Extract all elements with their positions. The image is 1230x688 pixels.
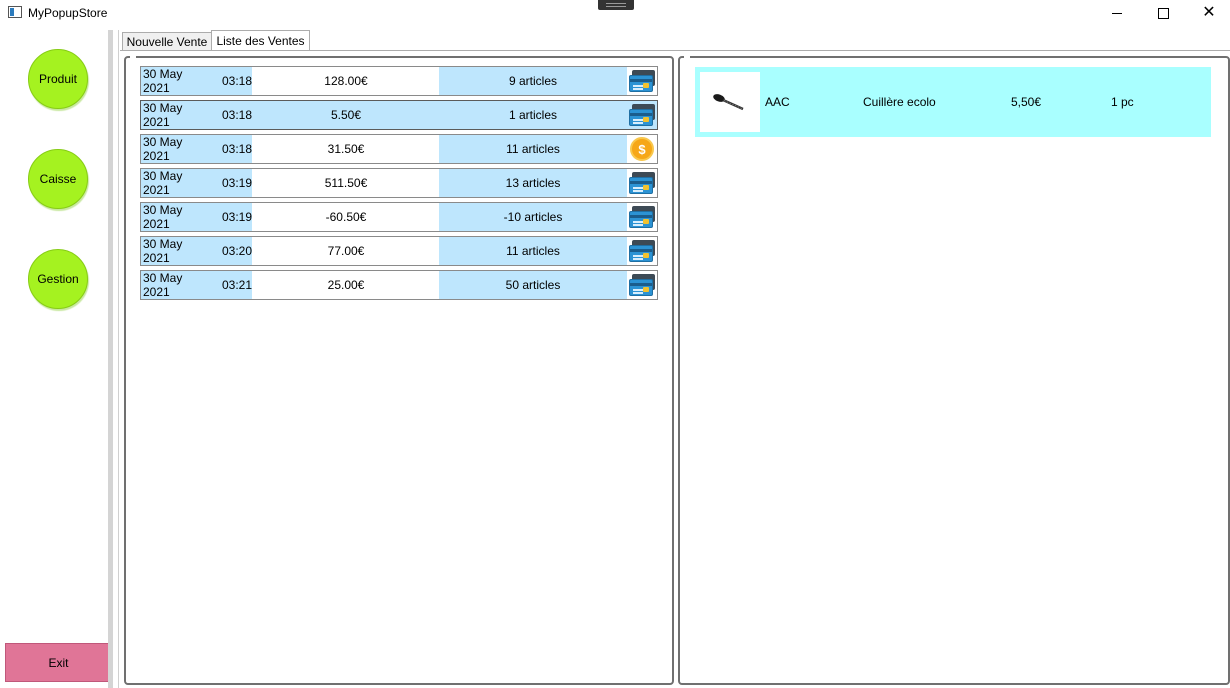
divider (118, 30, 119, 688)
tab-nouvelle-vente[interactable]: Nouvelle Vente (122, 32, 212, 50)
card-icon (629, 172, 655, 194)
sale-datetime: 30 May 2021 03:18 (141, 101, 252, 129)
sale-date: 30 May 2021 (143, 237, 183, 265)
sale-row[interactable]: 30 May 2021 03:18 31.50€ 11 articles $ (140, 134, 658, 164)
sale-row[interactable]: 30 May 2021 03:19 511.50€ 13 articles (140, 168, 658, 198)
exit-button[interactable]: Exit (5, 643, 112, 682)
sale-time: 03:18 (221, 74, 252, 88)
detail-item-row[interactable]: AAC Cuillère ecolo 5,50€ 1 pc (695, 67, 1211, 137)
minimize-button[interactable] (1094, 0, 1140, 26)
sale-time: 03:19 (221, 210, 252, 224)
sale-datetime: 30 May 2021 03:21 (141, 271, 252, 299)
card-icon (629, 70, 655, 92)
sale-datetime: 30 May 2021 03:19 (141, 203, 252, 231)
sale-detail-panel (678, 56, 1230, 685)
app-icon (8, 6, 22, 18)
maximize-icon (1157, 7, 1169, 19)
sale-time: 03:20 (221, 244, 252, 258)
payment-method (627, 271, 657, 299)
tab-divider (120, 50, 1230, 51)
sale-amount: -60.50€ (325, 210, 367, 224)
sale-date: 30 May 2021 (143, 169, 183, 197)
sale-datetime: 30 May 2021 03:18 (141, 135, 252, 163)
sale-time: 03:19 (221, 176, 252, 190)
produit-button[interactable]: Produit (28, 49, 88, 109)
sale-time: 03:18 (221, 108, 252, 122)
sidebar-splitter[interactable] (108, 30, 113, 688)
minimize-icon (1112, 12, 1122, 14)
sale-datetime: 30 May 2021 03:19 (141, 169, 252, 197)
card-icon (629, 274, 655, 296)
payment-method (627, 203, 657, 231)
product-name: Cuillère ecolo (863, 95, 936, 109)
gestion-button[interactable]: Gestion (28, 249, 88, 309)
sale-article-count: 1 articles (439, 101, 627, 129)
payment-method (627, 169, 657, 197)
product-price: 5,50€ (1011, 95, 1042, 109)
product-image (700, 72, 760, 132)
sidebar (0, 26, 112, 688)
maximize-button[interactable] (1140, 0, 1186, 26)
coin-icon: $ (630, 137, 654, 161)
sale-datetime: 30 May 2021 03:20 (141, 237, 252, 265)
caisse-button[interactable]: Caisse (28, 149, 88, 209)
sale-date: 30 May 2021 (143, 101, 183, 129)
window-title: MyPopupStore (28, 6, 108, 20)
spoon-icon (713, 94, 744, 111)
tab-liste-des-ventes[interactable]: Liste des Ventes (211, 30, 310, 50)
sale-amount: 25.00€ (327, 278, 365, 292)
sale-row[interactable]: 30 May 2021 03:20 77.00€ 11 articles (140, 236, 658, 266)
sale-date: 30 May 2021 (143, 203, 183, 231)
sale-row[interactable]: 30 May 2021 03:19 -60.50€ -10 articles (140, 202, 658, 232)
payment-method (627, 101, 657, 129)
sale-amount: 31.50€ (327, 142, 365, 156)
title-bar: MyPopupStore ✕ (0, 0, 1230, 26)
sale-article-count: 9 articles (439, 67, 627, 95)
sale-date: 30 May 2021 (143, 67, 183, 95)
panel-header-gap (684, 55, 690, 58)
product-code: AAC (765, 95, 790, 109)
product-quantity: 1 pc (1111, 95, 1134, 109)
sale-row[interactable]: 30 May 2021 03:21 25.00€ 50 articles (140, 270, 658, 300)
card-icon (629, 206, 655, 228)
sale-article-count: -10 articles (439, 203, 627, 231)
sale-article-count: 11 articles (439, 237, 627, 265)
sale-datetime: 30 May 2021 03:18 (141, 67, 252, 95)
sale-row[interactable]: 30 May 2021 03:18 5.50€ 1 articles (140, 100, 658, 130)
payment-method (627, 237, 657, 265)
panel-header-gap (130, 55, 136, 58)
sale-date: 30 May 2021 (143, 271, 183, 299)
sale-article-count: 11 articles (439, 135, 627, 163)
sale-article-count: 13 articles (439, 169, 627, 197)
sale-date: 30 May 2021 (143, 135, 183, 163)
sale-amount: 511.50€ (324, 176, 368, 190)
payment-method (627, 67, 657, 95)
sale-amount: 128.00€ (324, 74, 368, 88)
payment-method: $ (627, 135, 657, 163)
sale-article-count: 50 articles (439, 271, 627, 299)
close-icon: ✕ (1202, 4, 1216, 21)
sale-amount: 77.00€ (327, 244, 365, 258)
sale-amount: 5.50€ (330, 108, 362, 122)
sale-row[interactable]: 30 May 2021 03:18 128.00€ 9 articles (140, 66, 658, 96)
sale-time: 03:21 (221, 278, 252, 292)
close-button[interactable]: ✕ (1186, 0, 1230, 26)
drag-grip-icon[interactable] (598, 0, 634, 10)
sale-time: 03:18 (221, 142, 252, 156)
card-icon (629, 104, 655, 126)
card-icon (629, 240, 655, 262)
